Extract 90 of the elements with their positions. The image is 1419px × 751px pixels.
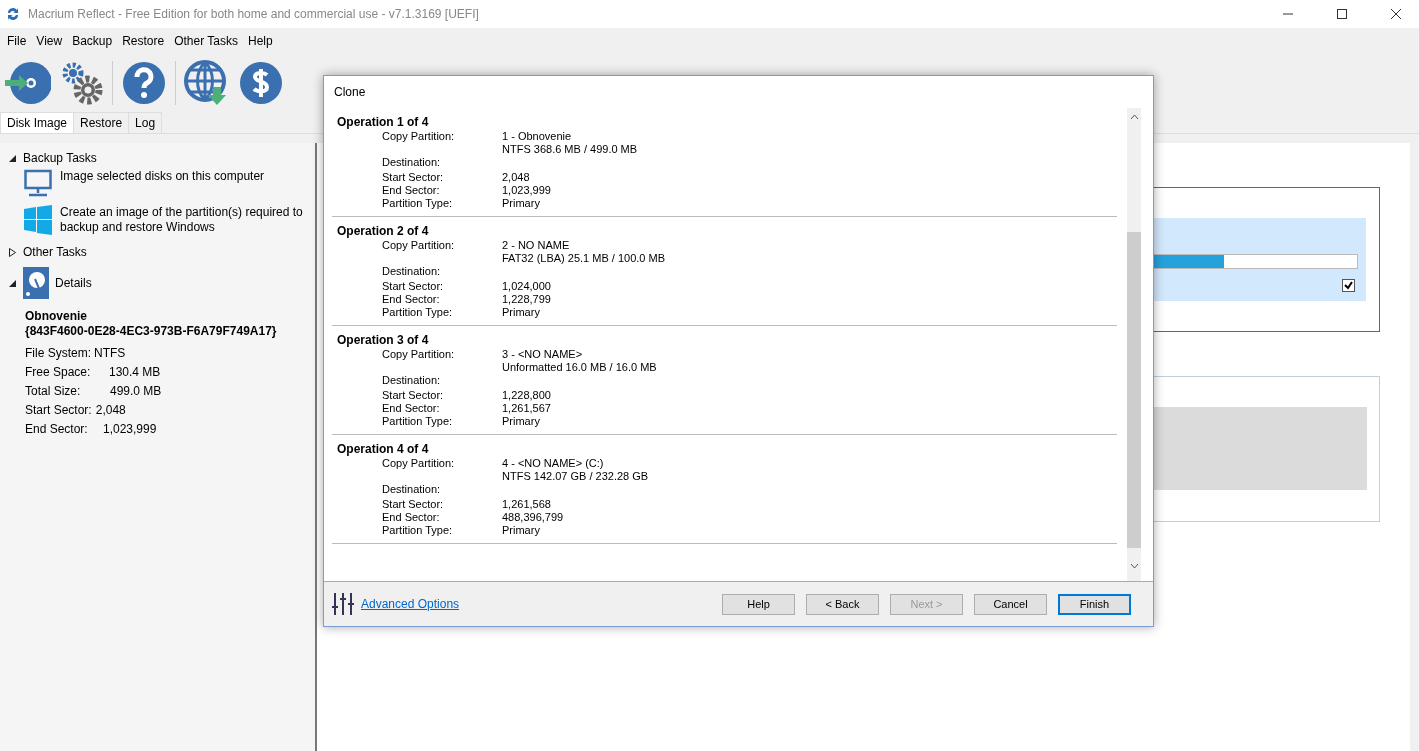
detail-label: Free Space: — [25, 364, 92, 379]
field-value: 3 - <NO NAME> — [502, 348, 584, 361]
monitor-icon — [24, 169, 52, 199]
field-value: Primary — [502, 197, 540, 210]
close-icon[interactable] — [1391, 9, 1401, 19]
detail-value: 2,048 — [95, 402, 126, 417]
scroll-thumb[interactable] — [1127, 232, 1141, 548]
detail-value: 499.0 MB — [110, 383, 162, 398]
field-label: End Sector: — [382, 293, 441, 306]
section-title[interactable]: Other Tasks — [23, 245, 87, 259]
field-label: Destination: — [382, 156, 442, 169]
detail-value: 1,023,999 — [103, 421, 157, 436]
scroll-down-icon[interactable] — [1129, 563, 1139, 569]
field-label: Start Sector: — [382, 498, 445, 511]
partition-name: Obnovenie — [25, 309, 88, 324]
collapsed-arrow-icon[interactable] — [8, 247, 17, 257]
scrollbar[interactable] — [1127, 108, 1141, 581]
app-logo-icon — [6, 7, 20, 21]
detail-label: File System: — [25, 345, 91, 360]
field-value: 1,023,999 — [502, 184, 551, 197]
field-label: Partition Type: — [382, 524, 454, 537]
menu-item[interactable]: Restore — [117, 34, 170, 48]
section-title[interactable]: Backup Tasks — [23, 151, 97, 165]
dialog-button[interactable]: Finish — [1058, 593, 1131, 615]
field-label: End Sector: — [382, 184, 441, 197]
field-value: 1,228,799 — [502, 293, 551, 306]
expanded-arrow-icon[interactable] — [8, 278, 17, 288]
field-value: Primary — [502, 415, 540, 428]
field-label: Destination: — [382, 265, 442, 278]
dialog-button[interactable]: < Back — [806, 593, 879, 615]
field-value: 488,396,799 — [502, 511, 564, 524]
expanded-arrow-icon[interactable] — [8, 153, 17, 163]
menu-item[interactable]: View — [31, 34, 68, 48]
field-label: Copy Partition: — [382, 348, 456, 362]
field-label: Start Sector: — [382, 389, 445, 402]
field-value: 1,261,567 — [502, 402, 551, 415]
field-value: 1,024,000 — [502, 280, 551, 293]
field-label: End Sector: — [382, 511, 441, 524]
field-value: NTFS 142.07 GB / 232.28 GB — [502, 470, 649, 483]
field-value: 4 - <NO NAME> (C:) — [502, 457, 605, 470]
tab[interactable]: Log — [128, 112, 163, 133]
maximize-icon[interactable] — [1337, 9, 1347, 19]
field-value: Primary — [502, 306, 540, 319]
operation-heading: Operation 2 of 4 — [336, 224, 430, 238]
menu-item[interactable]: File — [2, 34, 32, 48]
windows-logo-icon — [24, 205, 52, 235]
field-value: NTFS 368.6 MB / 499.0 MB — [502, 143, 638, 156]
field-label: Partition Type: — [382, 306, 454, 319]
checkbox[interactable] — [1342, 279, 1355, 292]
field-value: 2 - NO NAME — [502, 239, 571, 252]
scroll-up-icon[interactable] — [1129, 114, 1139, 120]
detail-label: Start Sector: — [25, 402, 92, 417]
menu-item[interactable]: Help — [243, 34, 278, 48]
window-title: Macrium Reflect - Free Edition for both home and commercial use - v7.1.3169 [UEFI] — [28, 7, 479, 21]
field-label: Copy Partition: — [382, 457, 456, 471]
detail-value: NTFS — [94, 345, 126, 360]
menu-item[interactable]: Other Tasks — [169, 34, 243, 48]
field-label: Start Sector: — [382, 171, 445, 184]
dialog-title: Clone — [334, 85, 366, 99]
detail-label: End Sector: — [25, 421, 89, 436]
task-link[interactable]: Image selected disks on this computer — [60, 169, 310, 184]
field-label: Destination: — [382, 374, 442, 387]
menu-item[interactable]: Backup — [67, 34, 118, 48]
field-label: Partition Type: — [382, 415, 454, 428]
advanced-options-link[interactable]: Advanced Options — [361, 597, 460, 611]
dialog-button[interactable]: Cancel — [974, 593, 1047, 615]
field-value: 1,228,800 — [502, 389, 551, 402]
field-value: 2,048 — [502, 171, 530, 184]
detail-label: Total Size: — [25, 383, 82, 398]
operation-heading: Operation 4 of 4 — [336, 442, 430, 456]
sliders-icon — [332, 593, 354, 615]
field-value: Primary — [502, 524, 540, 537]
field-value: 1 - Obnovenie — [502, 130, 573, 143]
field-label: Partition Type: — [382, 197, 454, 210]
field-label: Destination: — [382, 483, 442, 496]
task-link[interactable]: Create an image of the partition(s) required to backup and restore Windows — [60, 205, 310, 235]
field-label: Start Sector: — [382, 280, 445, 293]
partition-guid: {843F4600-0E28-4EC3-973B-F6A79F749A17} — [25, 324, 278, 339]
dialog-button[interactable]: Help — [722, 593, 795, 615]
field-value: 1,261,568 — [502, 498, 551, 511]
section-title[interactable]: Details — [55, 276, 92, 290]
field-label: Copy Partition: — [382, 130, 456, 144]
field-value: FAT32 (LBA) 25.1 MB / 100.0 MB — [502, 252, 666, 265]
tab[interactable]: Disk Image — [0, 112, 75, 133]
operation-heading: Operation 3 of 4 — [336, 333, 430, 347]
operation-heading: Operation 1 of 4 — [336, 115, 430, 129]
field-label: Copy Partition: — [382, 239, 456, 253]
field-label: End Sector: — [382, 402, 441, 415]
detail-value: 130.4 MB — [109, 364, 161, 379]
field-value: Unformatted 16.0 MB / 16.0 MB — [502, 361, 657, 374]
